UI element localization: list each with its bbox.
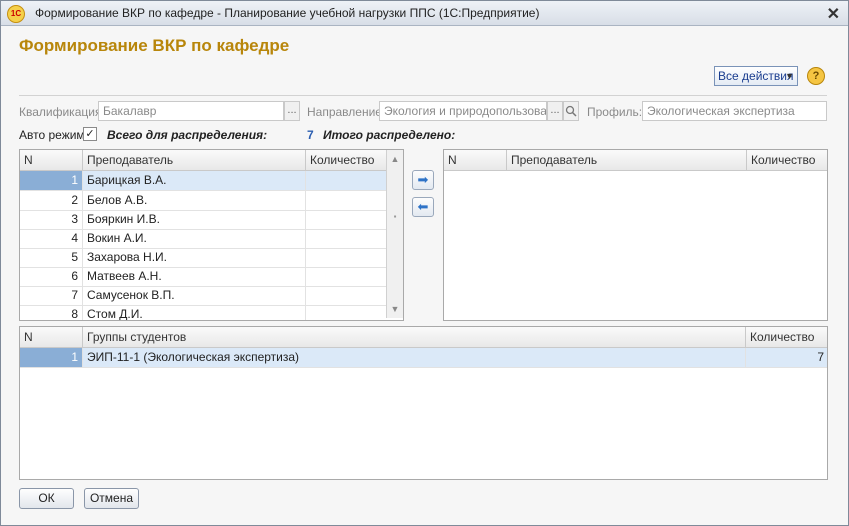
row-number: 7 [20,286,83,305]
chevron-down-icon: ▼ [785,71,794,81]
teacher-name: Матвеев А.Н. [83,267,306,286]
column-header-count[interactable]: Количество [746,327,827,347]
arrow-left-icon: ⬅ [417,199,429,214]
selected-teachers-table: N Преподаватель Количество [443,149,828,321]
move-left-button[interactable]: ⬅ [412,197,434,217]
row-number: 8 [20,305,83,320]
teachers-table: N Преподаватель Количество 1 Барицкая В.… [19,149,404,321]
help-icon[interactable]: ? [807,67,825,85]
teacher-name: Белов А.В. [83,191,306,210]
scroll-up-icon[interactable]: ▲ [387,151,403,167]
divider [19,95,827,96]
table-row[interactable]: 3 Бояркин И.В. 12 [20,210,403,230]
scroll-thumb[interactable]: ▪ [390,212,400,221]
table-row[interactable]: 4 Вокин А.И. 12 [20,229,403,249]
qualification-label: Квалификация: [19,105,105,119]
teacher-name: Барицкая В.А. [83,171,306,190]
close-icon[interactable]: ✕ [827,4,840,24]
table-row[interactable]: 7 Самусенок В.П. 12 [20,286,403,306]
direction-select-button[interactable]: ... [547,101,563,121]
all-actions-label: Все действия [718,69,794,83]
auto-mode-label: Авто режим: [19,128,89,142]
direction-label: Направление: [307,105,386,119]
table-row[interactable]: 8 Стом Д.И. 12 [20,305,403,320]
profile-label: Профиль: [587,105,643,119]
group-count: 7 [817,350,824,364]
row-number: 2 [20,191,83,210]
arrow-right-icon: ➡ [417,172,429,187]
row-number: 6 [20,267,83,286]
column-header-count[interactable]: Количество [747,150,827,170]
column-header-teacher[interactable]: Преподаватель [83,150,306,170]
total-value: 7 [307,128,314,142]
profile-field[interactable]: Экологическая экспертиза [642,101,827,121]
row-number: 1 [20,171,83,190]
table-row[interactable]: 5 Захарова Н.И. 11 [20,248,403,268]
qualification-select-button[interactable]: ... [284,101,300,121]
app-logo-icon: 1С [7,5,25,23]
page-title: Формирование ВКР по кафедре [19,36,290,55]
teacher-name: Стом Д.И. [83,305,306,320]
teacher-name: Бояркин И.В. [83,210,306,229]
table-row[interactable]: 1 Барицкая В.А. 10 [20,171,403,191]
direction-field[interactable]: Экология и природопользование [379,101,547,121]
table-header: N Преподаватель Количество [444,150,827,171]
cancel-button[interactable]: Отмена [84,488,139,509]
qualification-field[interactable]: Бакалавр [98,101,284,121]
row-number: 1 [20,348,83,367]
teacher-name: Захарова Н.И. [83,248,306,267]
table-row[interactable]: 6 Матвеев А.Н. 12 [20,267,403,287]
move-right-button[interactable]: ➡ [412,170,434,190]
teacher-name: Самусенок В.П. [83,286,306,305]
column-header-teacher[interactable]: Преподаватель [507,150,747,170]
table-row[interactable]: 2 Белов А.В. 10 [20,191,403,211]
vertical-scrollbar[interactable]: ▲ ▪ ▼ [386,150,403,318]
dialog-window: 1С Формирование ВКР по кафедре - Планиро… [0,0,849,526]
scroll-down-icon[interactable]: ▼ [387,301,403,317]
teacher-name: Вокин А.И. [83,229,306,248]
groups-table: N Группы студентов Количество 1 ЭИП-11-1… [19,326,828,480]
distributed-label: Итого распределено: [323,128,456,142]
title-bar: 1С Формирование ВКР по кафедре - Планиро… [1,1,848,26]
column-header-n[interactable]: N [444,150,507,170]
row-number: 3 [20,210,83,229]
total-label: Всего для распределения: [107,128,268,142]
column-header-n[interactable]: N [20,150,83,170]
table-row[interactable]: 1 ЭИП-11-1 (Экологическая экспертиза) 7 [20,348,827,368]
row-number: 5 [20,248,83,267]
group-name: ЭИП-11-1 (Экологическая экспертиза) [83,348,746,367]
table-header: N Группы студентов Количество [20,327,827,348]
all-actions-button[interactable]: Все действия ▼ [714,66,798,86]
row-number: 4 [20,229,83,248]
column-header-groups[interactable]: Группы студентов [83,327,746,347]
ok-button[interactable]: ОК [19,488,74,509]
table-header: N Преподаватель Количество [20,150,403,171]
search-icon[interactable] [563,101,579,121]
auto-mode-checkbox[interactable]: ✓ [83,127,97,141]
window-title: Формирование ВКР по кафедре - Планирован… [35,6,540,20]
column-header-n[interactable]: N [20,327,83,347]
